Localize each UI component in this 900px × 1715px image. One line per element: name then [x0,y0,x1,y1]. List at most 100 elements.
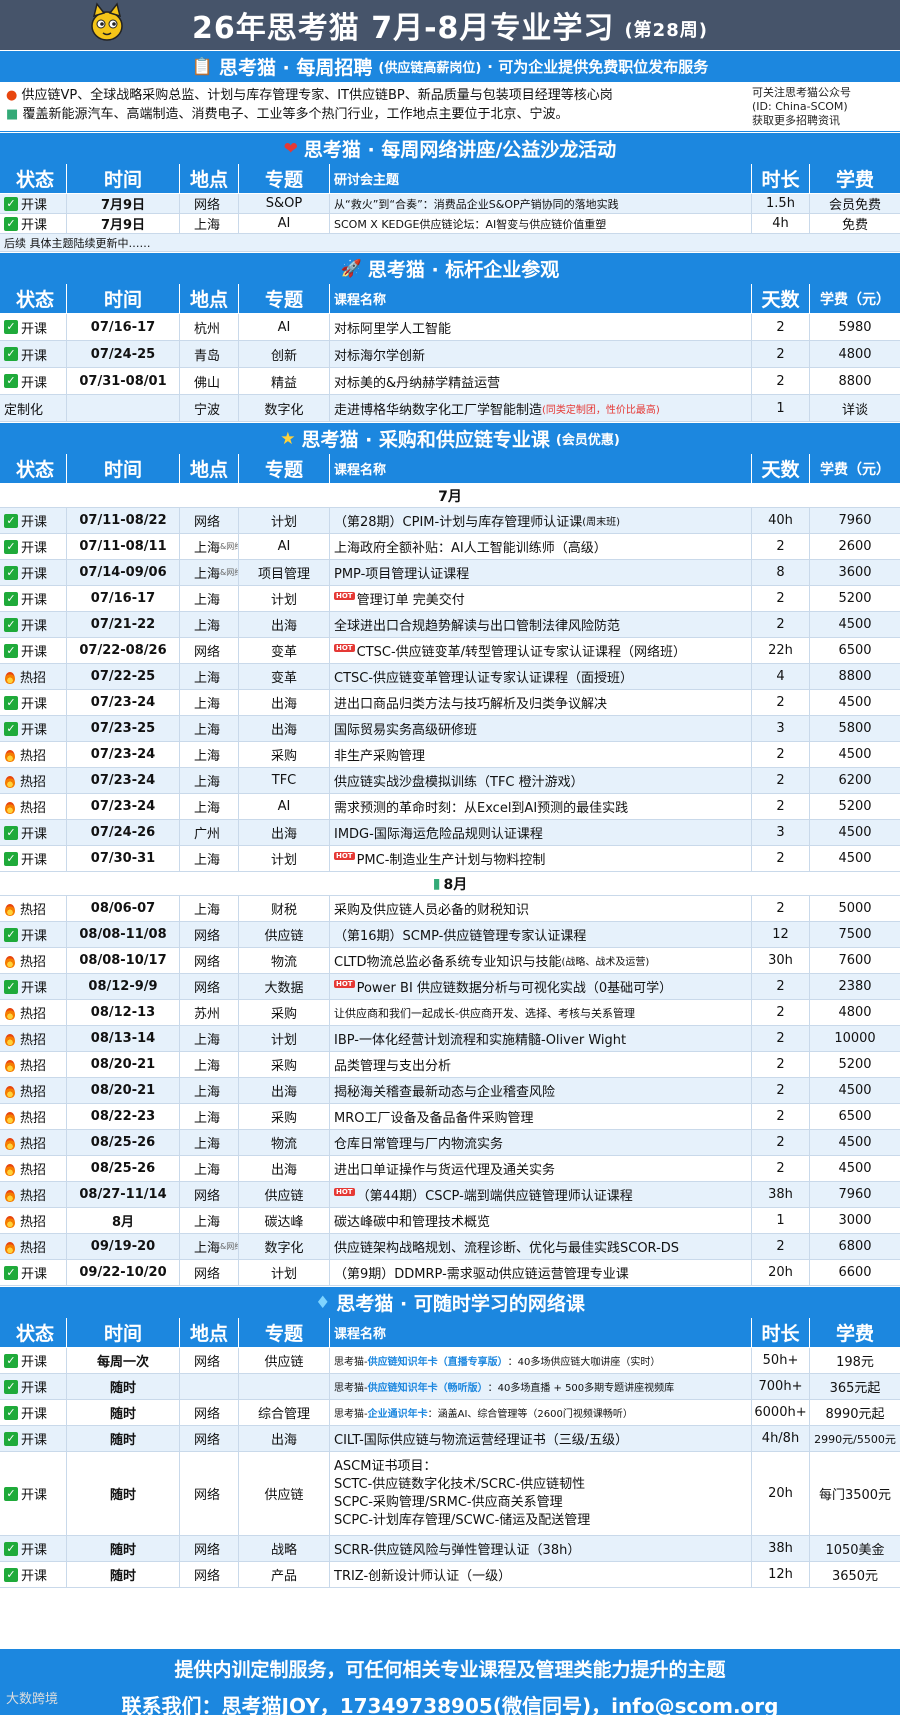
course-name-cell[interactable]: 供应链实战沙盘模拟训练（TFC 橙汁游戏） [330,768,752,793]
course-name-cell[interactable]: 国际贸易实务高级研修班 [330,716,752,741]
table-row[interactable]: ✓ 开课 07/24-25 青岛 创新 对标海尔学创新 2 4800 [0,341,900,368]
course-prefix: 思考猫- [334,1409,368,1420]
table-row[interactable]: ✓ 开课 随时 网络 综合管理 思考猫- 企业通识年卡 ：涵盖AI、综合管理等（2600门视频… [0,1400,900,1426]
course-name-cell[interactable]: CTSC-供应链变革管理认证专家认证课程（面授班） [330,664,752,689]
table-row[interactable]: 热招 08/22-23 上海 采购 MRO工厂设备及备品备件采购管理 2 6500 [0,1104,900,1130]
course-name-cell[interactable]: SCOM X KEDGE供应链论坛：AI智变与供应链价值重塑 [330,214,752,233]
course-name: 管理订单 完美交付 [356,593,465,608]
table-row[interactable]: ✓ 开课 07/23-24 上海 出海 进出口商品归类方法与技巧解析及归类争议解决 2 450… [0,690,900,716]
course-name-cell[interactable]: HOT CTSC-供应链变革/转型管理认证专家认证课程（网络班） [330,638,752,663]
table-row[interactable]: 热招 08/27-11/14 网络 供应链 HOT （第44期）CSCP-端到端供应链管理… [0,1182,900,1208]
header-cell: 时间 [67,454,180,483]
course-name-cell[interactable]: 思考猫- 供应链知识年卡（畅听版） ：40多场直播 + 500多期专题讲座视频库 [330,1374,752,1399]
table-row[interactable]: ✓ 开课 7月9日 网络 S&OP 从“救火”到“合奏”：消费品企业S&OP产销协同的落地… [0,194,900,214]
table-row[interactable]: ✓ 开课 7月9日 上海 AI SCOM X KEDGE供应链论坛：AI智变与供应链价值重… [0,214,900,234]
location-text: 上海 [194,1033,221,1048]
table-row[interactable]: ✓ 开课 07/24-26 广州 出海 IMDG-国际海运危险品规则认证课程 3 4500 [0,820,900,846]
course-name-cell[interactable]: 全球进出口合规趋势解读与出口管制法律风险防范 [330,612,752,637]
course-name-cell[interactable]: CILT-国际供应链与物流运营经理证书（三级/五级） [330,1426,752,1451]
fee-cell: 4500 [838,1161,872,1176]
table-row[interactable]: ✓ 开课 07/22-08/26 网络 变革 HOT CTSC-供应链变革/转型管理认证专家… [0,638,900,664]
table-row[interactable]: ✓ 开课 随时 网络 出海 CILT-国际供应链与物流运营经理证书（三级/五级） 4h/8h… [0,1426,900,1452]
course-name-cell[interactable]: MRO工厂设备及备品备件采购管理 [330,1104,752,1129]
table-row[interactable]: ✓ 开课 07/11-08/22 网络 计划 （第28期）CPIM-计划与库存管理师认证课… [0,508,900,534]
table-row[interactable]: ✓开课07/14-09/06上海&网络项目管理PMP-项目管理认证课程83600 [0,560,900,586]
status-text: 开课 [21,321,48,337]
table-row[interactable]: 热招09/19-20上海&网络数字化供应链架构战略规划、流程诊断、优化与最佳实践… [0,1234,900,1260]
table-row[interactable]: ✓ 开课 随时 网络 战略 SCRR-供应链风险与弹性管理认证（38h） 38h 1050美金 [0,1536,900,1562]
table-row[interactable]: 热招 07/23-24 上海 采购 非生产采购管理 2 4500 [0,742,900,768]
status-cell: ✓ 开课 [0,1260,67,1285]
course-name-cell[interactable]: （第28期）CPIM-计划与库存管理师认证课 (周末班) [330,508,752,533]
footer-line2[interactable]: 联系我们：思考猫JOY，17349738905(微信同号)，info@scom.… [0,1690,900,1715]
table-row[interactable]: ✓ 开课 07/30-31 上海 计划 HOT PMC-制造业生产计划与物料控制 2 4500 [0,846,900,872]
table-row[interactable]: 热招 08/25-26 上海 出海 进出口单证操作与货运代理及通关实务 2 4500 [0,1156,900,1182]
course-name-cell[interactable]: SCRR-供应链风险与弹性管理认证（38h） [330,1536,752,1561]
table-row[interactable]: ✓ 开课 07/16-17 杭州 AI 对标阿里学人工智能 2 5980 [0,314,900,341]
course-name-cell[interactable]: HOT （第44期）CSCP-端到端供应链管理师认证课程 [330,1182,752,1207]
hot-badge: HOT [334,643,355,652]
table-row[interactable]: ✓ 开课 07/23-25 上海 出海 国际贸易实务高级研修班 3 5800 [0,716,900,742]
table-row[interactable]: ✓ 开课 08/08-11/08 网络 供应链 （第16期）SCMP-供应链管理专家认证课… [0,922,900,948]
course-name-cell[interactable]: HOT PMC-制造业生产计划与物料控制 [330,846,752,871]
course-name-cell[interactable]: 思考猫- 供应链知识年卡（直播专享版） ：40多场供应链大咖讲座（实时） [330,1348,752,1373]
status-cell: 热招 [0,1130,67,1155]
course-name-cell[interactable]: 进出口单证操作与货运代理及通关实务 [330,1156,752,1181]
course-name-cell[interactable]: HOT Power BI 供应链数据分析与可视化实战（0基础可学） [330,974,752,999]
course-name-cell[interactable]: 仓库日常管理与厂内物流实务 [330,1130,752,1155]
course-name-cell[interactable]: 让供应商和我们一起成长-供应商开发、选择、考核与关系管理 [330,1000,752,1025]
table-row[interactable]: ✓ 开课 07/21-22 上海 出海 全球进出口合规趋势解读与出口管制法律风险防范 2 45… [0,612,900,638]
table-row[interactable]: 热招 08/12-13 苏州 采购 让供应商和我们一起成长-供应商开发、选择、考核与关系… [0,1000,900,1026]
table-row[interactable]: 热招 08/20-21 上海 出海 揭秘海关稽查最新动态与企业稽查风险 2 4500 [0,1078,900,1104]
course-name-cell[interactable]: 揭秘海关稽查最新动态与企业稽查风险 [330,1078,752,1103]
table-row[interactable]: ✓ 开课 随时 网络 供应链 ASCM证书项目： SCTC-供应链数字化技术/SCRC-供应… [0,1452,900,1536]
course-name-cell[interactable]: 采购及供应链人员必备的财税知识 [330,896,752,921]
table-row[interactable]: ✓ 开课 每周一次 网络 供应链 思考猫- 供应链知识年卡（直播专享版） ：40多场供应链大咖… [0,1348,900,1374]
course-name-cell[interactable]: IMDG-国际海运危险品规则认证课程 [330,820,752,845]
fire-icon [4,902,16,916]
table-row[interactable]: ✓ 开课 随时 思考猫- 供应链知识年卡（畅听版） ：40多场直播 + 500多期专题讲座… [0,1374,900,1400]
table-row[interactable]: ✓开课07/11-08/11上海&网络AI上海政府全额补贴：AI人工智能训练师（… [0,534,900,560]
course-name-cell[interactable]: HOT 管理订单 完美交付 [330,586,752,611]
table-row[interactable]: ✓ 开课 08/12-9/9 网络 大数据 HOT Power BI 供应链数据分析与可视化… [0,974,900,1000]
table-row[interactable]: ✓ 开课 09/22-10/20 网络 计划 （第9期）DDMRP-需求驱动供应链运营管理… [0,1260,900,1286]
table-row[interactable]: ✓ 开课 随时 网络 产品 TRIZ-创新设计师认证（一级） 12h 3650元 [0,1562,900,1588]
course-name-cell[interactable]: PMP-项目管理认证课程 [330,560,752,585]
table-row[interactable]: 热招 08/20-21 上海 采购 品类管理与支出分析 2 5200 [0,1052,900,1078]
table-row[interactable]: 热招 07/22-25 上海 变革 CTSC-供应链变革管理认证专家认证课程（面授班） 4… [0,664,900,690]
table-row[interactable]: ✓ 开课 07/16-17 上海 计划 HOT 管理订单 完美交付 2 5200 [0,586,900,612]
table-row[interactable]: ✓ 开课 07/31-08/01 佛山 精益 对标美的&丹纳赫学精益运营 2 8800 [0,368,900,395]
table-row[interactable]: 热招 07/23-24 上海 TFC 供应链实战沙盘模拟训练（TFC 橙汁游戏） 2 620… [0,768,900,794]
location-text: 网络 [194,1569,221,1584]
duration-cell: 12 [752,922,810,947]
course-name-cell[interactable]: IBP-一体化经营计划流程和实施精髓-Oliver Wight [330,1026,752,1051]
course-name-cell[interactable]: 走进博格华纳数字化工厂学智能制造 (同类定制团，性价比最高) [330,395,752,421]
course-name-cell[interactable]: 进出口商品归类方法与技巧解析及归类争议解决 [330,690,752,715]
course-name-cell[interactable]: 非生产采购管理 [330,742,752,767]
location-note: &网络 [220,542,238,551]
course-name-cell[interactable]: 碳达峰碳中和管理技术概览 [330,1208,752,1233]
status-text: 热招 [20,1215,47,1230]
course-name-cell[interactable]: ASCM证书项目： SCTC-供应链数字化技术/SCRC-供应链韧性 SCPC-采购… [330,1452,752,1535]
course-name-cell[interactable]: 上海政府全额补贴：AI人工智能训练师（高级） [330,534,752,559]
course-name-cell[interactable]: 需求预测的革命时刻：从Excel到AI预测的最佳实践 [330,794,752,819]
course-name-cell[interactable]: 思考猫- 企业通识年卡 ：涵盖AI、综合管理等（2600门视频课畅听） [330,1400,752,1425]
course-name-cell[interactable]: 对标美的&丹纳赫学精益运营 [330,368,752,394]
table-row[interactable]: 热招 08/25-26 上海 物流 仓库日常管理与厂内物流实务 2 4500 [0,1130,900,1156]
course-name: 进出口单证操作与货运代理及通关实务 [334,1163,556,1178]
course-name-cell[interactable]: （第16期）SCMP-供应链管理专家认证课程 [330,922,752,947]
course-name-cell[interactable]: CLTD物流总监必备系统专业知识与技能 (战略、战术及运营) [330,948,752,973]
course-name-cell[interactable]: 从“救火”到“合奏”：消费品企业S&OP产销协同的落地实践 [330,194,752,213]
course-name-cell[interactable]: TRIZ-创新设计师认证（一级） [330,1562,752,1587]
course-name-cell[interactable]: 供应链架构战略规划、流程诊断、优化与最佳实践SCOR-DS [330,1234,752,1259]
table-row[interactable]: 热招 08/13-14 上海 计划 IBP-一体化经营计划流程和实施精髓-Oliver … [0,1026,900,1052]
table-row[interactable]: 热招 07/23-24 上海 AI 需求预测的革命时刻：从Excel到AI预测的最佳实践… [0,794,900,820]
course-name-cell[interactable]: （第9期）DDMRP-需求驱动供应链运营管理专业课 [330,1260,752,1285]
table-row[interactable]: 热招 8月 上海 碳达峰 碳达峰碳中和管理技术概览 1 3000 [0,1208,900,1234]
course-name-cell[interactable]: 对标阿里学人工智能 [330,314,752,340]
course-name-cell[interactable]: 对标海尔学创新 [330,341,752,367]
table-row[interactable]: 定制化 宁波 数字化 走进博格华纳数字化工厂学智能制造 (同类定制团，性价比最高) 1 详谈 [0,395,900,422]
table-row[interactable]: 热招 08/08-10/17 网络 物流 CLTD物流总监必备系统专业知识与技能 (战略、… [0,948,900,974]
course-name-cell[interactable]: 品类管理与支出分析 [330,1052,752,1077]
table-row[interactable]: 热招 08/06-07 上海 财税 采购及供应链人员必备的财税知识 2 5000 [0,896,900,922]
